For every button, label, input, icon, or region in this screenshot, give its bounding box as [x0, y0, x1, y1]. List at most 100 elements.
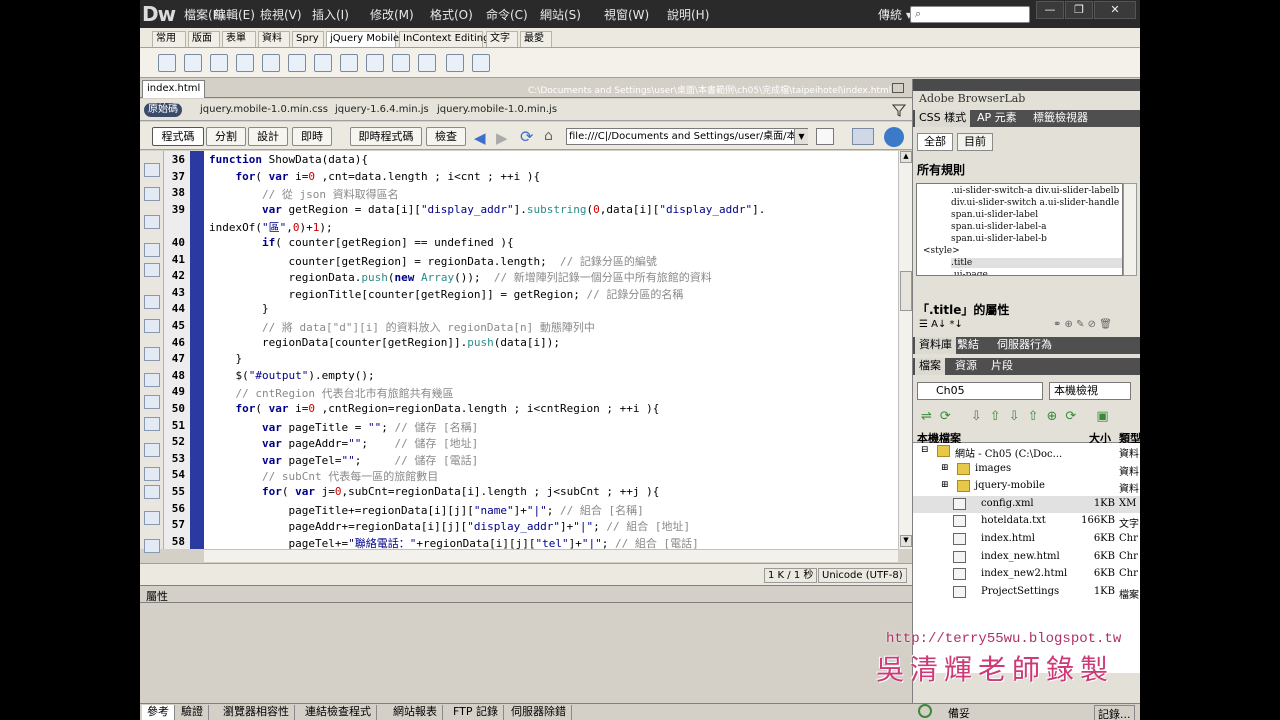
filter-icon[interactable] [892, 103, 906, 117]
live-view-button[interactable]: 即時 [292, 127, 332, 146]
results-tab[interactable]: 網站報表 [388, 705, 443, 720]
file-row[interactable]: ⊞ images 資料 [913, 461, 1140, 478]
coding-tool-icon[interactable] [144, 215, 160, 229]
results-tab[interactable]: 驗證 [176, 705, 209, 720]
workspace-switcher[interactable]: 傳統 ▾ [878, 6, 912, 23]
insert-object-icon[interactable] [418, 54, 436, 72]
inspect-button[interactable]: 檢查 [426, 127, 466, 146]
insert-tab[interactable]: 資料 [258, 31, 290, 47]
coding-tool-icon[interactable] [144, 243, 160, 257]
results-tab[interactable]: 連結檢查程式 [300, 705, 377, 720]
code-line[interactable]: } [209, 302, 269, 315]
insert-tab[interactable]: jQuery Mobile [326, 31, 399, 47]
properties-panel-header[interactable]: 屬性 [140, 585, 912, 603]
panel-collapse-bar[interactable] [913, 79, 1140, 91]
related-file[interactable]: jquery.mobile-1.0.min.css [200, 104, 328, 115]
expand-icon[interactable]: ⊞ [941, 480, 949, 490]
chevron-down-icon[interactable]: ▼ [794, 129, 808, 144]
split-view-button[interactable]: 分割 [206, 127, 246, 146]
scroll-up-icon[interactable]: ▲ [900, 151, 912, 163]
code-view-button[interactable]: 程式碼 [152, 127, 204, 146]
files-panel-tab[interactable]: 資源 [951, 358, 981, 375]
rule-action-icons[interactable]: ⚭ ⊕ ✎ ⊘ 🗑 [1053, 319, 1112, 330]
code-line[interactable]: pageAddr+=regionData[i][j]["display_addr… [209, 518, 690, 534]
code-line[interactable]: for( var i=0 ,cntRegion=regionData.lengt… [209, 402, 660, 415]
css-rule[interactable]: span.ui-slider-label [951, 210, 1038, 220]
results-tab[interactable]: 瀏覽器相容性 [218, 705, 295, 720]
insert-tab[interactable]: 版面 [188, 31, 220, 47]
code-line[interactable]: if( counter[getRegion] == undefined ){ [209, 236, 514, 249]
restore-doc-icon[interactable] [892, 83, 904, 93]
visual-aids-icon[interactable] [852, 128, 874, 145]
file-row[interactable]: config.xml 1KB XM [913, 495, 1140, 513]
menu-item[interactable]: 插入(I) [312, 6, 349, 23]
menu-item[interactable]: 修改(M) [370, 6, 414, 23]
coding-tool-icon[interactable] [144, 417, 160, 431]
css-rule[interactable]: div.ui-slider-switch a.ui-slider-handle [951, 198, 1119, 208]
css-rule[interactable]: .ui-slider-switch-a div.ui-slider-labelb [951, 186, 1119, 196]
file-row[interactable]: index.html 6KB Chr [913, 531, 1140, 548]
insert-object-icon[interactable] [392, 54, 410, 72]
source-code-button[interactable]: 原始碼 [144, 103, 182, 117]
css-rule[interactable]: .ui-page [951, 270, 1122, 275]
coding-tool-icon[interactable] [144, 187, 160, 201]
code-line[interactable]: // 從 json 資料取得區名 [209, 186, 399, 202]
related-file[interactable]: jquery.mobile-1.0.min.js [437, 104, 557, 115]
coding-tool-icon[interactable] [144, 395, 160, 409]
css-rule[interactable]: .title [951, 258, 1122, 268]
menu-item[interactable]: 檢視(V) [260, 6, 302, 23]
insert-tab[interactable]: InContext Editing [399, 31, 489, 47]
refresh-icon[interactable]: ⟳ [520, 127, 533, 146]
insert-object-icon[interactable] [262, 54, 280, 72]
insert-object-icon[interactable] [184, 54, 202, 72]
insert-object-icon[interactable] [236, 54, 254, 72]
insert-tab[interactable]: 常用 [152, 31, 186, 47]
file-row[interactable]: ⊟ 網站 - Ch05 (C:\Doc... 資料 [913, 443, 1140, 460]
vertical-scrollbar[interactable]: ▲ ▼ [898, 151, 912, 549]
code-line[interactable]: var pageTitle = ""; // 儲存 [名稱] [209, 419, 478, 435]
files-panel-tab[interactable]: 檔案 [915, 358, 945, 375]
browserlab-header[interactable]: Adobe BrowserLab [913, 91, 1140, 108]
design-view-button[interactable]: 設計 [248, 127, 288, 146]
insert-tab[interactable]: 文字 [486, 31, 518, 47]
code-editor[interactable]: function ShowData(data){ for( var i=0 ,c… [204, 151, 898, 549]
database-panel-tab[interactable]: 資料庫 [915, 337, 956, 354]
coding-tool-icon[interactable] [144, 295, 160, 309]
all-rules-button[interactable]: 全部 [917, 133, 953, 151]
site-select[interactable]: Ch05 [917, 382, 1043, 400]
code-line[interactable]: for( var i=0 ,cnt=data.length ; i<cnt ; … [209, 170, 541, 183]
file-row[interactable]: ProjectSettings 1KB 檔案 [913, 584, 1140, 601]
files-panel-tab[interactable]: 片段 [987, 358, 1017, 375]
menu-item[interactable]: 命令(C) [486, 6, 528, 23]
scroll-down-icon[interactable]: ▼ [900, 535, 912, 547]
insert-tab[interactable]: 最愛 [520, 31, 552, 47]
insert-object-icon[interactable] [314, 54, 332, 72]
code-line[interactable]: $("#output").empty(); [209, 369, 374, 382]
log-button[interactable]: 記錄... [1094, 705, 1135, 720]
menu-item[interactable]: 視窗(W) [604, 6, 649, 23]
address-bar[interactable]: file:///C|/Documents and Settings/user/桌… [566, 128, 808, 145]
maximize-button[interactable]: ❐ [1065, 1, 1093, 19]
results-tab[interactable]: FTP 記錄 [448, 705, 504, 720]
files-toolbar[interactable]: ⇌⟳ ⇩⇧⇩⇧⊕⟳ ▣ [921, 409, 1133, 427]
home-icon[interactable]: ⌂ [544, 128, 553, 144]
code-line[interactable]: counter[getRegion] = regionData.length; … [209, 253, 656, 269]
insert-object-icon[interactable] [472, 54, 490, 72]
coding-tool-icon[interactable] [144, 347, 160, 361]
css-rule[interactable]: span.ui-slider-label-b [951, 234, 1047, 244]
insert-object-icon[interactable] [340, 54, 358, 72]
related-file[interactable]: jquery-1.6.4.min.js [335, 104, 429, 115]
code-line[interactable]: var getRegion = data[i]["display_addr"].… [209, 203, 765, 216]
property-view-icons[interactable]: ☰ A↓ *↓ [919, 319, 963, 330]
expand-icon[interactable]: ⊞ [941, 463, 949, 473]
live-code-button[interactable]: 即時程式碼 [350, 127, 422, 146]
rules-scrollbar[interactable] [1123, 183, 1137, 276]
coding-tool-icon[interactable] [144, 319, 160, 333]
coding-tool-icon[interactable] [144, 443, 160, 457]
code-line[interactable]: // 將 data["d"][i] 的資料放入 regionData[n] 動態… [209, 319, 595, 335]
insert-tab[interactable]: Spry [292, 31, 324, 47]
coding-tool-icon[interactable] [144, 163, 160, 177]
help-search-input[interactable]: ⌕ [910, 6, 1030, 23]
code-line[interactable]: function ShowData(data){ [209, 153, 368, 166]
code-line[interactable]: for( var j=0,subCnt=regionData[i].length… [209, 485, 659, 498]
